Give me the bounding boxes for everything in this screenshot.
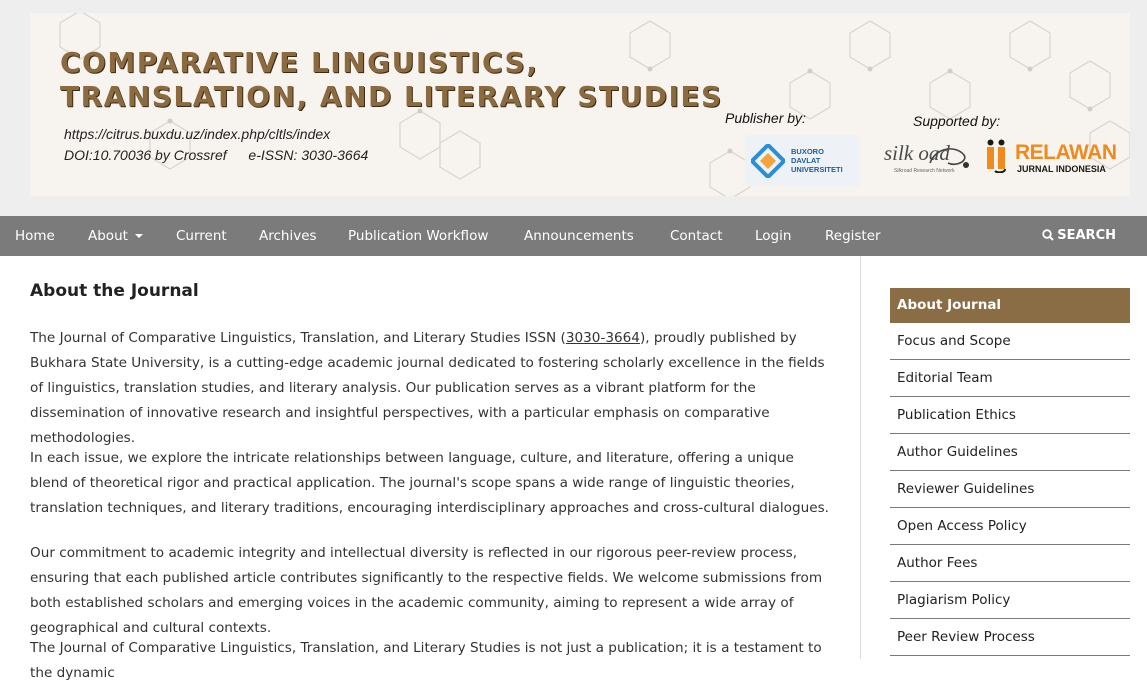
sidebar-heading: About Journal	[890, 288, 1130, 323]
nav-register[interactable]: Register	[825, 216, 881, 256]
about-paragraph-3: Our commitment to academic integrity and…	[30, 545, 823, 636]
about-paragraph-4: The Journal of Comparative Linguistics, …	[30, 640, 822, 681]
bukhara-university-emblem-icon	[749, 141, 787, 180]
nav-archives[interactable]: Archives	[259, 216, 317, 256]
site-header: COMPARATIVE LINGUISTICS, TRANSLATION, AN…	[0, 0, 1147, 216]
sidebar-item-reviewer-guidelines[interactable]: Reviewer Guidelines	[890, 471, 1130, 508]
silkroad-logo: silk oad Silkroad Research Network	[882, 139, 974, 177]
sidebar-item-focus-and-scope[interactable]: Focus and Scope	[890, 323, 1130, 360]
page-title: About the Journal	[30, 281, 199, 301]
sidebar-item-plagiarism-policy[interactable]: Plagiarism Policy	[890, 582, 1130, 619]
journal-title-line-2: TRANSLATION, AND LITERARY STUDIES	[60, 80, 723, 113]
nav-current[interactable]: Current	[176, 216, 227, 256]
search-button[interactable]: SEARCH	[1042, 216, 1116, 256]
main-navigation: Home About Current Archives Publication …	[0, 216, 1147, 256]
search-label: SEARCH	[1057, 228, 1116, 243]
logo-text-line: BUXORO	[791, 147, 824, 156]
nav-about-label: About	[88, 228, 128, 244]
rj-emblem-icon	[987, 139, 1006, 173]
about-paragraph-2: In each issue, we explore the intricate …	[30, 450, 829, 516]
publisher-label: Publisher by:	[725, 110, 806, 126]
about-journal-sidebar: About Journal Focus and Scope Editorial …	[890, 288, 1130, 656]
relawan-wordmark: RELAWAN	[1015, 141, 1117, 164]
bukhara-university-logo: BUXORO DAVLAT UNIVERSITETI	[745, 135, 860, 186]
about-paragraph-1: The Journal of Comparative Linguistics, …	[30, 326, 835, 451]
nav-contact[interactable]: Contact	[670, 216, 723, 256]
nav-publication-workflow[interactable]: Publication Workflow	[348, 216, 488, 256]
journal-url: https://citrus.buxdu.uz/index.php/cltls/…	[64, 126, 331, 142]
journal-banner[interactable]: COMPARATIVE LINGUISTICS, TRANSLATION, AN…	[30, 13, 1130, 196]
silkroad-swirl-icon	[929, 148, 969, 168]
journal-title-line-1: COMPARATIVE LINGUISTICS,	[60, 46, 539, 79]
sidebar-item-author-fees[interactable]: Author Fees	[890, 545, 1130, 582]
logo-text-line: DAVLAT	[791, 156, 821, 165]
sidebar-item-editorial-team[interactable]: Editorial Team	[890, 360, 1130, 397]
issn-link[interactable]: 3030-3664	[566, 330, 640, 346]
sidebar-item-publication-ethics[interactable]: Publication Ethics	[890, 397, 1130, 434]
chevron-down-icon	[134, 234, 143, 238]
bukhara-university-text: BUXORO DAVLAT UNIVERSITETI	[791, 147, 843, 174]
main-content: About the Journal The Journal of Compara…	[0, 256, 861, 681]
paragraph-text: ), proudly published by Bukhara State Un…	[30, 330, 825, 446]
nav-announcements[interactable]: Announcements	[524, 216, 634, 256]
relawan-jurnal-indonesia-logo: RELAWAN JURNAL INDONESIA	[985, 137, 1117, 179]
nav-about[interactable]: About	[88, 216, 143, 256]
relawan-subtitle: JURNAL INDONESIA	[1017, 164, 1106, 174]
silkroad-subtitle: Silkroad Research Network	[894, 168, 955, 174]
sidebar-item-open-access-policy[interactable]: Open Access Policy	[890, 508, 1130, 545]
doi-text: DOI:10.70036 by Crossref	[64, 147, 227, 163]
journal-doi: DOI:10.70036 by Crossref e-ISSN: 3030-36…	[64, 147, 368, 163]
nav-home[interactable]: Home	[15, 216, 55, 256]
paragraph-text: The Journal of Comparative Linguistics, …	[30, 330, 566, 346]
supported-label: Supported by:	[913, 113, 1001, 129]
search-icon	[1042, 228, 1054, 241]
eissn-text: e-ISSN: 3030-3664	[248, 147, 369, 163]
logo-text-line: UNIVERSITETI	[791, 165, 843, 174]
nav-login[interactable]: Login	[755, 216, 791, 256]
sidebar-item-peer-review-process[interactable]: Peer Review Process	[890, 619, 1130, 656]
sidebar-item-author-guidelines[interactable]: Author Guidelines	[890, 434, 1130, 471]
